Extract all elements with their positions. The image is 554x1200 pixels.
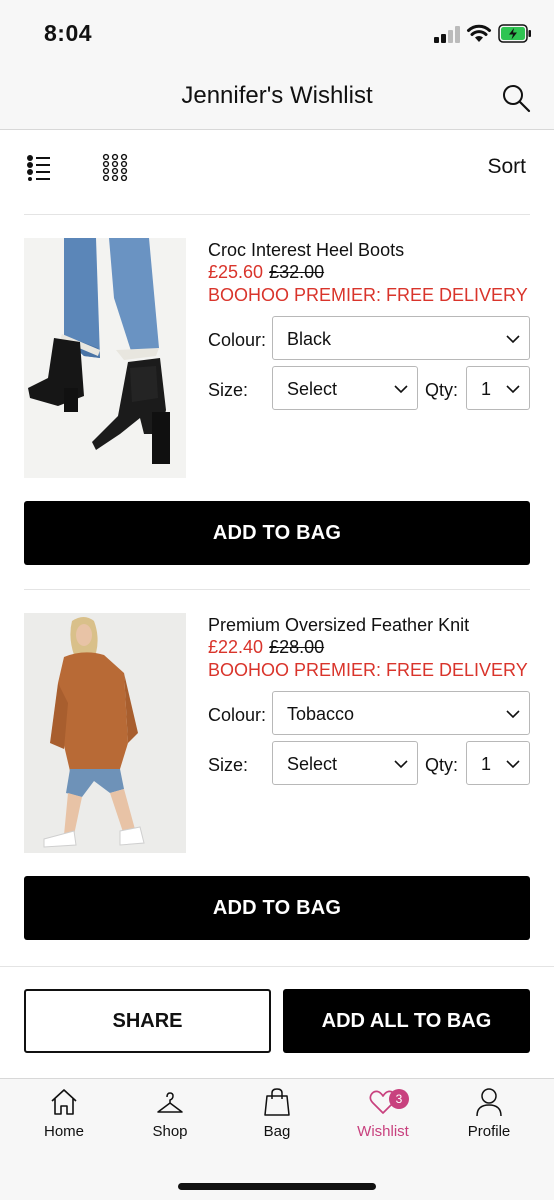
wishlist-count-badge: 3 bbox=[389, 1089, 409, 1109]
original-price: £32.00 bbox=[269, 262, 325, 282]
hanger-icon bbox=[157, 1092, 183, 1113]
grid-view-icon[interactable] bbox=[102, 153, 128, 181]
tab-wishlist[interactable]: 3 Wishlist bbox=[333, 1087, 433, 1157]
tab-profile[interactable]: Profile bbox=[439, 1087, 539, 1157]
promo-text: BOOHOO PREMIER: FREE DELIVERY bbox=[208, 285, 528, 305]
qty-select[interactable]: 1 bbox=[466, 366, 530, 410]
wishlist-item: Premium Oversized Feather Knit £22.40 £28… bbox=[0, 591, 554, 940]
tab-label: Bag bbox=[263, 1123, 291, 1140]
home-indicator bbox=[178, 1183, 376, 1190]
chevron-down-icon bbox=[506, 710, 520, 719]
view-toolbar: Sort bbox=[0, 131, 554, 203]
qty-label: Qty: bbox=[425, 380, 459, 400]
chevron-down-icon bbox=[506, 760, 520, 769]
qty-label: Qty: bbox=[425, 755, 459, 775]
colour-select[interactable]: Tobacco bbox=[272, 691, 530, 735]
colour-label: Colour: bbox=[208, 330, 267, 350]
chevron-down-icon bbox=[394, 760, 408, 769]
wishlist-item: Croc Interest Heel Boots £25.60 £32.00 BO… bbox=[0, 216, 554, 565]
bag-icon bbox=[264, 1088, 290, 1116]
search-icon[interactable] bbox=[500, 82, 532, 114]
sale-price: £22.40 bbox=[208, 637, 264, 657]
divider bbox=[24, 589, 530, 590]
qty-value: 1 bbox=[481, 379, 492, 399]
share-button[interactable]: SHARE bbox=[24, 989, 271, 1053]
status-bar: 8:04 bbox=[0, 0, 554, 66]
price-row: £25.60 £32.00 bbox=[208, 262, 324, 283]
wishlist-actions: SHARE ADD ALL TO BAG bbox=[0, 966, 554, 1078]
colour-select[interactable]: Black bbox=[272, 316, 530, 360]
chevron-down-icon bbox=[394, 385, 408, 394]
wifi-icon bbox=[467, 24, 491, 42]
signal-icon bbox=[434, 25, 462, 43]
divider bbox=[24, 214, 530, 215]
page-title: Jennifer's Wishlist bbox=[181, 82, 373, 109]
chevron-down-icon bbox=[506, 385, 520, 394]
sale-price: £25.60 bbox=[208, 262, 264, 282]
add-all-to-bag-button[interactable]: ADD ALL TO BAG bbox=[283, 989, 530, 1053]
battery-icon bbox=[498, 24, 531, 43]
tab-label: Home bbox=[43, 1123, 84, 1140]
status-time: 8:04 bbox=[44, 20, 93, 46]
original-price: £28.00 bbox=[269, 637, 325, 657]
tab-home[interactable]: Home bbox=[14, 1087, 114, 1157]
price-row: £22.40 £28.00 bbox=[208, 637, 324, 658]
product-name[interactable]: Croc Interest Heel Boots bbox=[208, 240, 404, 261]
sort-button[interactable]: Sort bbox=[487, 155, 526, 179]
tab-bar: Home Shop Bag 3 Wishlist Profile bbox=[0, 1078, 554, 1200]
colour-value: Tobacco bbox=[287, 704, 355, 724]
add-to-bag-button[interactable]: ADD TO BAG bbox=[24, 876, 530, 940]
promo-text: BOOHOO PREMIER: FREE DELIVERY bbox=[208, 660, 528, 680]
person-icon bbox=[476, 1088, 502, 1117]
qty-value: 1 bbox=[481, 754, 492, 774]
product-image-knit[interactable] bbox=[24, 613, 186, 853]
colour-value: Black bbox=[287, 329, 332, 349]
list-view-icon[interactable] bbox=[26, 153, 52, 181]
size-value: Select bbox=[287, 379, 338, 399]
colour-label: Colour: bbox=[208, 705, 267, 725]
size-value: Select bbox=[287, 754, 338, 774]
chevron-down-icon bbox=[506, 335, 520, 344]
size-select[interactable]: Select bbox=[272, 366, 418, 410]
tab-label: Shop bbox=[152, 1123, 188, 1140]
size-select[interactable]: Select bbox=[272, 741, 418, 785]
tab-bag[interactable]: Bag bbox=[227, 1087, 327, 1157]
app-header: Jennifer's Wishlist bbox=[0, 66, 554, 130]
size-label: Size: bbox=[208, 755, 249, 775]
product-name[interactable]: Premium Oversized Feather Knit bbox=[208, 615, 469, 636]
size-label: Size: bbox=[208, 380, 249, 400]
qty-select[interactable]: 1 bbox=[466, 741, 530, 785]
product-image-boots[interactable] bbox=[24, 238, 186, 478]
add-to-bag-button[interactable]: ADD TO BAG bbox=[24, 501, 530, 565]
tab-shop[interactable]: Shop bbox=[120, 1087, 220, 1157]
tab-label: Wishlist bbox=[357, 1123, 409, 1140]
home-icon bbox=[51, 1089, 77, 1115]
tab-label: Profile bbox=[467, 1123, 511, 1140]
